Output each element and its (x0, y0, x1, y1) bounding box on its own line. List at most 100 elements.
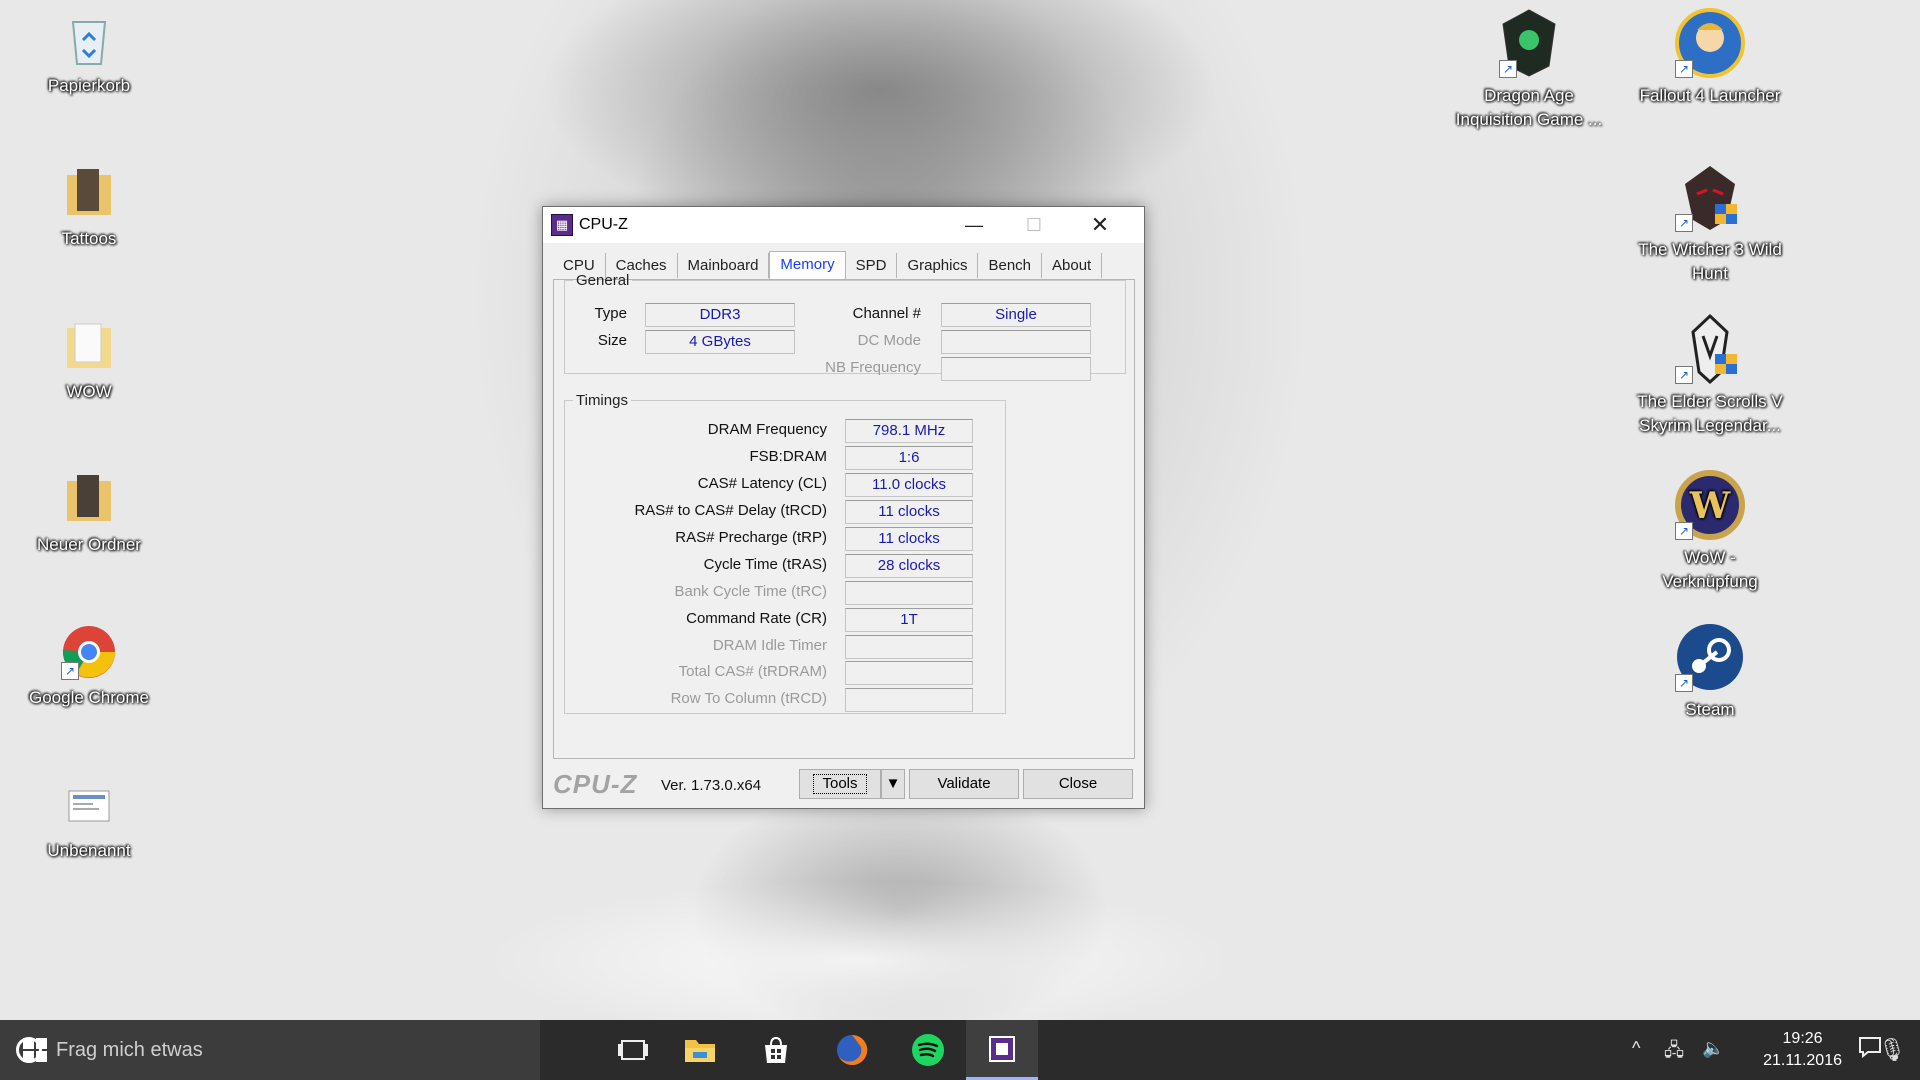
search-placeholder: Frag mich etwas (56, 1038, 203, 1061)
desktop-icon-label: The Elder Scrolls V Skyrim Legendar... (1637, 392, 1783, 435)
tools-dropdown-button[interactable]: ▼ (881, 769, 905, 799)
firefox-button[interactable] (818, 1020, 886, 1080)
desktop-icon-label: Tattoos (61, 229, 117, 248)
shortcut-arrow-icon: ↗ (1675, 60, 1693, 78)
shortcut-arrow-icon: ↗ (1499, 60, 1517, 78)
document-icon (61, 777, 117, 833)
desktop-icon-fallout[interactable]: ↗ Fallout 4 Launcher (1635, 8, 1785, 108)
total-cas-label: Total CAS# (tRDRAM) (678, 663, 827, 680)
skyrim-icon: ↗ (1675, 312, 1745, 385)
desktop-icon-label: WOW (66, 382, 112, 401)
channel-value: Single (941, 303, 1091, 327)
clock-time: 19:26 (1782, 1030, 1823, 1047)
desktop-icon-label: Dragon Age Inquisition Game ... (1455, 86, 1603, 129)
witcher-icon: ↗ (1675, 164, 1745, 232)
fsb-dram-label: FSB:DRAM (749, 448, 827, 465)
windows-logo-icon (23, 1038, 47, 1062)
task-view-button[interactable] (600, 1020, 666, 1080)
close-button[interactable]: Close (1023, 769, 1133, 799)
wow-icon: W ↗ (1675, 470, 1745, 540)
chrome-icon: ↗ (61, 624, 117, 680)
fsb-dram-value: 1:6 (845, 446, 973, 470)
desktop-icon-label: Papierkorb (47, 76, 131, 95)
task-view-icon (618, 1040, 648, 1060)
ras-to-cas-value: 11 clocks (845, 500, 973, 524)
spotify-icon (912, 1034, 944, 1066)
desktop-icon-dragon-age[interactable]: ↗ Dragon Age Inquisition Game ... (1454, 8, 1604, 132)
tools-button-label: Tools (813, 774, 867, 794)
timings-legend: Timings (576, 392, 628, 409)
caret-down-icon: ▼ (885, 775, 901, 792)
channel-label: Channel # (852, 305, 921, 322)
nb-frequency-value (941, 357, 1091, 381)
desktop-icon-google-chrome[interactable]: ↗ Google Chrome (14, 624, 164, 710)
spotify-button[interactable] (894, 1020, 962, 1080)
close-window-button[interactable]: ✕ (1070, 207, 1130, 243)
desktop-icon-wow-shortcut[interactable]: W ↗ WoW - Verknüpfung (1635, 470, 1785, 594)
desktop-icon-label: Fallout 4 Launcher (1639, 86, 1781, 105)
desktop-icon-label: Neuer Ordner (37, 535, 141, 554)
general-legend: General (576, 272, 630, 289)
action-center-icon[interactable] (1858, 1036, 1882, 1063)
cpuz-taskbar-button[interactable] (966, 1020, 1038, 1080)
store-button[interactable] (742, 1020, 810, 1080)
shortcut-arrow-icon: ↗ (61, 662, 79, 680)
search-box[interactable]: Frag mich etwas 🎙 (0, 1020, 1906, 1080)
folder-icon (61, 471, 117, 527)
store-bag-icon (765, 1036, 787, 1063)
desktop-icon-wow-folder[interactable]: WOW (14, 318, 164, 404)
version-text: Ver. 1.73.0.x64 (661, 777, 762, 794)
file-explorer-button[interactable] (666, 1020, 734, 1080)
folder-icon (61, 318, 117, 374)
cpuz-chip-icon (989, 1035, 1015, 1062)
network-icon[interactable]: 🖧 (1664, 1038, 1684, 1068)
desktop-icon-tattoos[interactable]: Tattoos (14, 165, 164, 251)
desktop-icon-witcher[interactable]: ↗ The Witcher 3 Wild Hunt (1635, 164, 1785, 286)
minimize-button[interactable]: — (944, 207, 1004, 243)
svg-text:W: W (1689, 485, 1731, 527)
command-rate-value: 1T (845, 608, 973, 632)
ras-to-cas-label: RAS# to CAS# Delay (tRCD) (634, 502, 827, 519)
type-label: Type (594, 305, 627, 322)
recycle-bin-icon (61, 12, 117, 68)
footer-bar: CPU-Z Ver. 1.73.0.x64 Tools ▼ Validate C… (553, 767, 1138, 799)
cpuz-window: ▦ CPU-Z — ☐ ✕ CPU Caches Mainboard Memor… (542, 206, 1145, 809)
start-button[interactable] (0, 1020, 70, 1080)
total-cas-value (845, 661, 973, 685)
dram-idle-timer-label: DRAM Idle Timer (712, 637, 827, 654)
tools-button[interactable]: Tools (799, 769, 881, 799)
dc-mode-value (941, 330, 1091, 354)
desktop-icon-label: WoW - Verknüpfung (1662, 548, 1758, 591)
command-rate-label: Command Rate (CR) (686, 610, 827, 627)
clock[interactable]: 19:26 21.11.2016 (1763, 1028, 1842, 1072)
folder-icon (61, 165, 117, 221)
title-bar[interactable]: ▦ CPU-Z — ☐ ✕ (543, 207, 1144, 243)
firefox-icon (837, 1034, 868, 1065)
shortcut-arrow-icon: ↗ (1675, 366, 1693, 384)
maximize-button[interactable]: ☐ (1004, 207, 1064, 243)
desktop-icon-steam[interactable]: ↗ Steam (1635, 622, 1785, 722)
desktop-icon-unbenannt[interactable]: Unbenannt (14, 777, 164, 863)
row-to-column-label: Row To Column (tRCD) (670, 690, 827, 707)
window-title: CPU-Z (579, 216, 628, 233)
desktop-icon-label: Steam (1685, 700, 1735, 719)
show-hidden-icons-button[interactable]: ^ (1632, 1038, 1640, 1059)
shortcut-arrow-icon: ↗ (1675, 674, 1693, 692)
desktop-icon-recycle-bin[interactable]: Papierkorb (14, 12, 164, 98)
wallpaper-shade (540, 0, 1220, 240)
dram-frequency-value: 798.1 MHz (845, 419, 973, 443)
clock-date: 21.11.2016 (1763, 1052, 1842, 1069)
shortcut-arrow-icon: ↗ (1675, 214, 1693, 232)
microphone-icon[interactable]: 🎙 (1878, 1037, 1906, 1063)
wallpaper-splash (480, 880, 1240, 1040)
validate-button[interactable]: Validate (909, 769, 1019, 799)
cas-latency-value: 11.0 clocks (845, 473, 973, 497)
steam-icon: ↗ (1675, 622, 1745, 692)
type-value: DDR3 (645, 303, 795, 327)
volume-icon[interactable]: 🔈 (1702, 1038, 1724, 1059)
memory-panel: General Type DDR3 Size 4 GBytes Channel … (553, 272, 1135, 759)
desktop-icon-skyrim[interactable]: ↗ The Elder Scrolls V Skyrim Legendar... (1635, 312, 1785, 438)
timings-group: Timings DRAM Frequency 798.1 MHz FSB:DRA… (564, 392, 1006, 714)
general-group: General Type DDR3 Size 4 GBytes Channel … (564, 272, 1126, 381)
desktop-icon-neuer-ordner[interactable]: Neuer Ordner (14, 471, 164, 557)
